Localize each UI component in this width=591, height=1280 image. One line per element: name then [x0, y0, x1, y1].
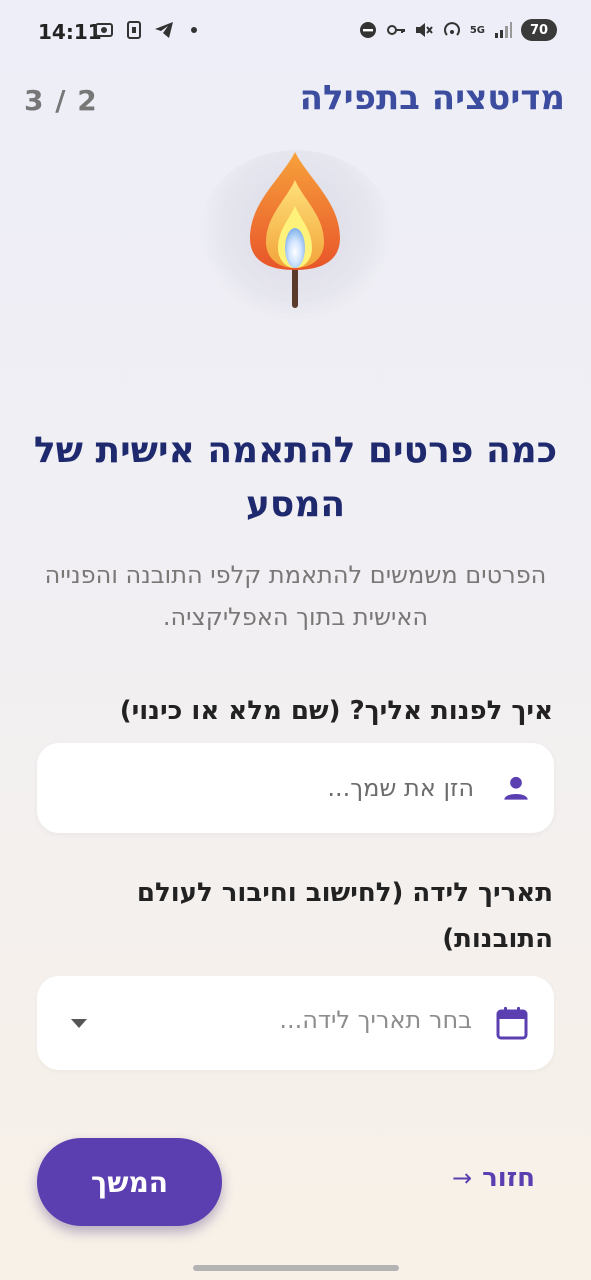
page-description: הפרטים משמשים להתאמת קלפי התובנה והפנייה…: [44, 561, 547, 631]
status-notification-icons: [94, 20, 204, 40]
status-time: 14:11: [38, 20, 102, 44]
calendar-icon: [496, 1007, 528, 1040]
continue-button[interactable]: המשך: [37, 1138, 222, 1226]
name-field-label: איך לפנות אליך? (שם מלא או כינוי): [119, 696, 553, 726]
page-heading: כמה פרטים להתאמה אישית של המסע: [33, 430, 558, 525]
name-input[interactable]: [74, 743, 474, 833]
candle-icon: [250, 152, 340, 308]
back-button[interactable]: → חזור: [452, 1163, 535, 1193]
sim-icon: [127, 21, 141, 39]
app-title: מדיטציה בתפילה: [299, 78, 565, 118]
key-icon: [386, 25, 405, 35]
signal-icon: [495, 22, 512, 38]
name-field[interactable]: [37, 743, 554, 833]
status-bar: 14:11 5G 70: [0, 0, 591, 64]
birthdate-placeholder: בחר תאריך לידה...: [279, 1006, 472, 1034]
screenshot-icon: [95, 23, 113, 37]
battery-indicator: 70: [521, 19, 557, 41]
birthdate-field-label: תאריך לידה (לחישוב וחיבור לעולם התובנות): [136, 878, 553, 954]
back-button-label: חזור: [482, 1163, 535, 1193]
birthdate-picker[interactable]: בחר תאריך לידה...: [37, 976, 554, 1070]
home-indicator[interactable]: [193, 1265, 399, 1271]
arrow-right-icon: →: [452, 1164, 473, 1192]
dnd-icon: [359, 22, 376, 38]
hotspot-icon: [443, 22, 460, 36]
network-label: 5G: [469, 24, 485, 36]
dot-icon: [191, 27, 197, 33]
page-counter: 3 / 2: [24, 84, 98, 117]
telegram-icon: [155, 22, 173, 38]
candle-illustration: [198, 150, 394, 320]
status-system-icons: 5G 70: [358, 19, 557, 41]
person-icon: [504, 776, 528, 800]
chevron-down-icon[interactable]: [71, 1019, 87, 1028]
mute-icon: [415, 23, 433, 37]
